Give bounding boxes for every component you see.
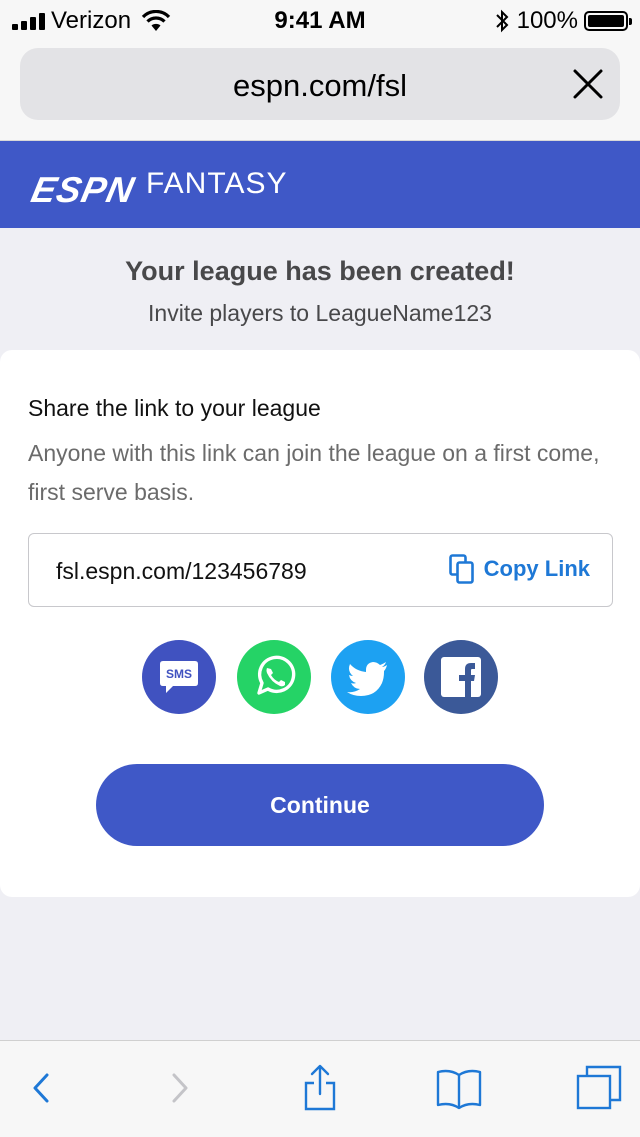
close-icon[interactable] xyxy=(572,68,604,100)
bluetooth-icon xyxy=(495,9,509,33)
address-bar[interactable]: espn.com/fsl xyxy=(20,48,620,120)
back-icon xyxy=(33,1073,49,1103)
share-description: Anyone with this link can join the leagu… xyxy=(28,440,600,505)
tabs-button[interactable] xyxy=(574,1063,624,1113)
facebook-share-button[interactable] xyxy=(424,640,498,714)
twitter-icon xyxy=(347,662,387,696)
url-text[interactable]: espn.com/fsl xyxy=(20,68,620,104)
status-bar: Verizon 9:41 AM 100% xyxy=(0,0,640,40)
league-link-text[interactable]: fsl.espn.com/123456789 xyxy=(56,558,307,585)
forward-button[interactable] xyxy=(155,1063,205,1113)
espn-logo: ESPN xyxy=(27,169,139,210)
bookmarks-icon xyxy=(436,1069,482,1110)
share-card: Share the link to your league Anyone wit… xyxy=(0,350,640,897)
facebook-icon xyxy=(441,657,481,697)
whatsapp-share-button[interactable] xyxy=(237,640,311,714)
svg-text:SMS: SMS xyxy=(166,667,192,681)
continue-button[interactable]: Continue xyxy=(96,764,544,846)
forward-icon xyxy=(172,1073,188,1103)
browser-toolbar xyxy=(0,1040,640,1137)
sms-share-button[interactable]: SMS xyxy=(142,640,216,714)
battery-icon xyxy=(584,11,632,31)
league-link-field[interactable]: fsl.espn.com/123456789 Copy Link xyxy=(28,533,613,607)
copy-icon xyxy=(448,554,474,584)
share-title: Share the link to your league xyxy=(28,395,321,421)
page-subtitle: Invite players to LeagueName123 xyxy=(148,300,492,326)
share-button[interactable] xyxy=(295,1063,345,1113)
copy-link-label: Copy Link xyxy=(483,556,590,581)
back-button[interactable] xyxy=(16,1063,66,1113)
sms-icon: SMS xyxy=(160,661,198,693)
browser-chrome: espn.com/fsl xyxy=(0,40,640,141)
copy-link-button[interactable]: Copy Link xyxy=(448,554,590,584)
fantasy-label: FANTASY xyxy=(146,167,288,200)
share-icon xyxy=(304,1064,336,1111)
espn-header: ESPN FANTASY xyxy=(0,141,640,228)
bookmarks-button[interactable] xyxy=(434,1063,484,1113)
whatsapp-icon xyxy=(257,655,296,695)
battery-percentage: 100% xyxy=(516,7,578,34)
twitter-share-button[interactable] xyxy=(331,640,405,714)
tabs-icon xyxy=(576,1065,622,1110)
page-title: Your league has been created! xyxy=(125,256,515,286)
